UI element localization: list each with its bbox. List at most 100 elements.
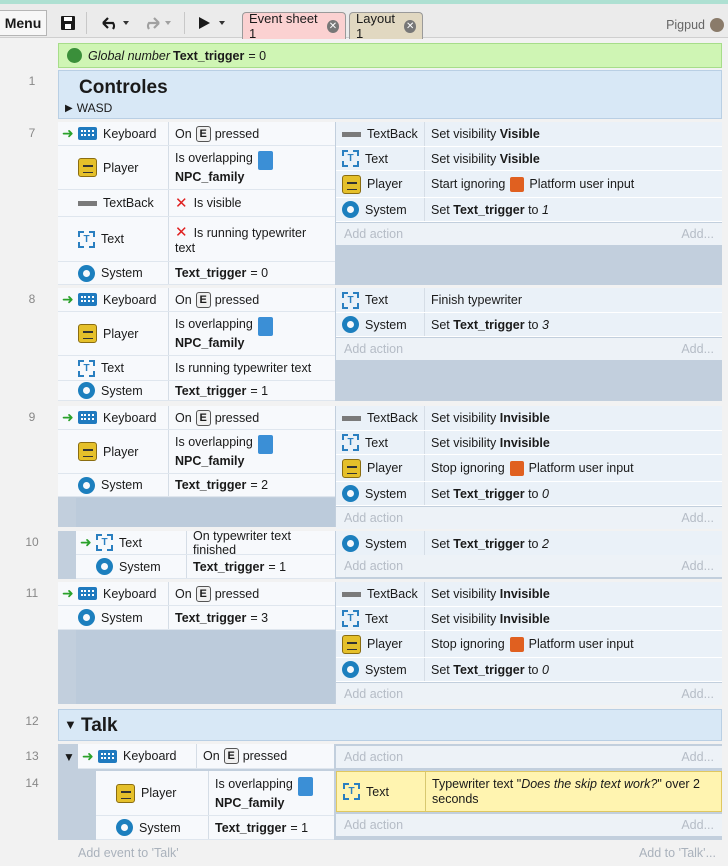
play-button[interactable] — [193, 10, 229, 36]
condition-row[interactable]: TextBack ✕ Is visible — [58, 190, 335, 217]
condition-row[interactable]: ➜ Keyboard On Epressed — [78, 744, 334, 769]
add-action-link[interactable]: Add action — [344, 818, 403, 832]
group-controles[interactable]: Controles ▶ WASD — [58, 70, 722, 119]
add-action-row[interactable]: Add action Add... — [336, 338, 722, 360]
condition-object[interactable]: System — [116, 819, 208, 836]
action-row[interactable]: T Text Set visibility Invisible — [336, 431, 722, 455]
add-event-row[interactable]: Add event to 'Talk' Add to 'Talk'... — [58, 842, 722, 864]
add-link[interactable]: Add... — [681, 687, 714, 701]
add-action-row[interactable]: Add action Add... — [336, 683, 722, 705]
add-event-link[interactable]: Add event to 'Talk' — [78, 846, 179, 860]
add-link[interactable]: Add... — [681, 227, 714, 241]
tab-event-sheet[interactable]: Event sheet 1 ✕ — [242, 11, 346, 41]
condition-object[interactable]: Keyboard — [78, 293, 168, 307]
condition-row[interactable]: System Text_trigger = 1 — [96, 816, 334, 840]
add-link[interactable]: Add... — [681, 511, 714, 525]
add-link[interactable]: Add... — [681, 818, 714, 832]
action-object[interactable]: System — [336, 661, 424, 678]
condition-row[interactable]: Player Is overlapping NPC_family — [96, 771, 334, 816]
condition-row[interactable]: Player Is overlapping NPC_family — [58, 430, 335, 474]
condition-row[interactable]: T Text ✕ Is running typewriter text — [58, 217, 335, 262]
action-row[interactable]: T Text Finish typewriter — [336, 288, 722, 313]
add-action-row[interactable]: Add action Add... — [336, 746, 722, 768]
condition-row[interactable]: System Text_trigger = 1 — [58, 381, 335, 401]
condition-object[interactable]: System — [78, 476, 168, 494]
triangle-right-icon[interactable]: ▶ — [65, 103, 73, 114]
triangle-down-icon[interactable]: ▼ — [63, 750, 75, 764]
action-row[interactable]: T Text Set visibility Invisible — [336, 607, 722, 631]
action-object[interactable]: T Text — [336, 434, 424, 451]
condition-object[interactable]: System — [96, 558, 186, 575]
condition-row[interactable]: ➜ T Text On typewriter text finished — [76, 529, 335, 557]
condition-row[interactable]: Player Is overlapping NPC_family — [58, 146, 335, 190]
action-object[interactable]: TextBack — [336, 411, 424, 425]
add-action-row[interactable]: Add action Add... — [336, 223, 722, 245]
triangle-down-icon[interactable]: ▼ — [64, 717, 77, 732]
action-object[interactable]: Player — [336, 174, 424, 194]
action-row[interactable]: T Text Set visibility Visible — [336, 147, 722, 171]
action-row[interactable]: Player Start ignoring Platform user input — [336, 171, 722, 198]
action-object[interactable]: T Text — [336, 291, 424, 309]
action-row[interactable]: System Set Text_trigger to 2 — [336, 531, 722, 557]
add-action-link[interactable]: Add action — [344, 511, 403, 525]
condition-object[interactable]: T Text — [78, 230, 168, 248]
add-action-link[interactable]: Add action — [344, 227, 403, 241]
action-object[interactable]: System — [336, 535, 424, 552]
add-to-group-link[interactable]: Add to 'Talk'... — [639, 846, 716, 860]
add-action-row[interactable]: Add action Add... — [336, 507, 722, 529]
condition-object[interactable]: System — [78, 609, 168, 626]
condition-row[interactable]: ➜ Keyboard On Epressed — [58, 582, 335, 606]
condition-object[interactable]: Player — [78, 324, 168, 343]
add-action-link[interactable]: Add action — [344, 687, 403, 701]
action-object[interactable]: T Text — [337, 783, 425, 800]
condition-row[interactable]: Player Is overlapping NPC_family — [58, 312, 335, 356]
tab-layout[interactable]: Layout 1 ✕ — [349, 11, 423, 41]
condition-row[interactable]: System Text_trigger = 2 — [58, 474, 335, 497]
global-variable-row[interactable]: Global number Text_trigger = 0 — [58, 43, 722, 68]
action-object[interactable]: TextBack — [336, 127, 424, 141]
save-button[interactable] — [57, 10, 79, 36]
condition-object[interactable]: Player — [78, 442, 168, 461]
condition-object[interactable]: T Text — [96, 534, 186, 551]
add-action-link[interactable]: Add action — [344, 559, 403, 573]
condition-row[interactable]: T Text Is running typewriter text — [58, 356, 335, 381]
condition-row[interactable]: System Text_trigger = 0 — [58, 262, 335, 285]
condition-row[interactable]: ➜ Keyboard On Epressed — [58, 288, 335, 312]
action-row[interactable]: TextBack Set visibility Invisible — [336, 582, 722, 607]
condition-object[interactable]: T Text — [78, 359, 168, 377]
add-link[interactable]: Add... — [681, 342, 714, 356]
condition-object[interactable]: System — [78, 382, 168, 399]
action-object[interactable]: System — [336, 316, 424, 333]
condition-object[interactable]: Player — [78, 158, 168, 177]
condition-row[interactable]: System Text_trigger = 3 — [58, 606, 335, 630]
action-row[interactable]: Player Stop ignoring Platform user input — [336, 455, 722, 482]
condition-object[interactable]: Player — [116, 783, 208, 803]
close-icon[interactable]: ✕ — [404, 19, 416, 33]
action-object[interactable]: Player — [336, 634, 424, 654]
action-row[interactable]: TextBack Set visibility Invisible — [336, 406, 722, 431]
condition-object[interactable]: Keyboard — [78, 127, 168, 141]
add-action-link[interactable]: Add action — [344, 750, 403, 764]
condition-object[interactable]: Keyboard — [78, 587, 168, 601]
add-link[interactable]: Add... — [681, 750, 714, 764]
action-object[interactable]: Player — [336, 458, 424, 478]
add-action-link[interactable]: Add action — [344, 342, 403, 356]
action-row[interactable]: System Set Text_trigger to 0 — [336, 482, 722, 506]
action-object[interactable]: T Text — [336, 150, 424, 167]
condition-row[interactable]: System Text_trigger = 1 — [76, 555, 335, 579]
action-row[interactable]: TextBack Set visibility Visible — [336, 122, 722, 147]
condition-object[interactable]: Keyboard — [98, 749, 196, 763]
add-action-row[interactable]: Add action Add... — [336, 555, 722, 577]
action-row-selected[interactable]: T Text Typewriter text "Does the skip text… — [336, 771, 722, 812]
action-row[interactable]: Player Stop ignoring Platform user input — [336, 631, 722, 658]
action-row[interactable]: System Set Text_trigger to 3 — [336, 313, 722, 337]
action-object[interactable]: T Text — [336, 610, 424, 627]
action-object[interactable]: System — [336, 201, 424, 218]
condition-object[interactable]: TextBack — [78, 196, 168, 210]
menu-button[interactable]: Menu — [0, 10, 47, 36]
condition-row[interactable]: ➜ Keyboard On Epressed — [58, 122, 335, 146]
undo-button[interactable] — [95, 10, 133, 36]
add-link[interactable]: Add... — [681, 559, 714, 573]
add-action-row[interactable]: Add action Add... — [336, 814, 722, 836]
condition-object[interactable]: Keyboard — [78, 411, 168, 425]
